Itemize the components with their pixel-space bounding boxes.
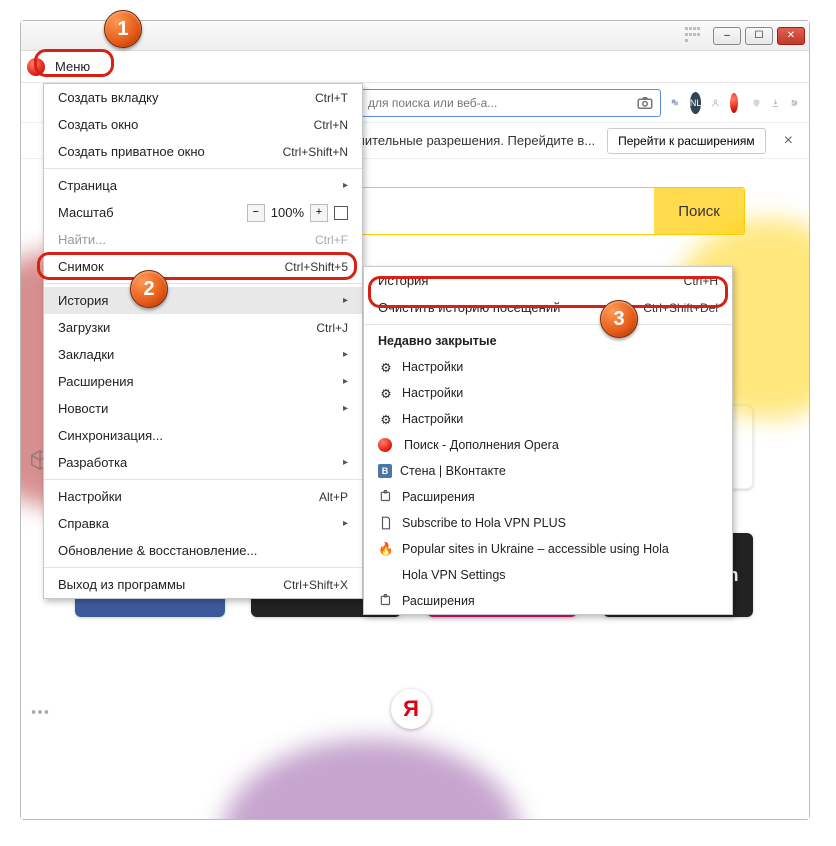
menu-item-find: Найти...Ctrl+F [44,226,362,253]
more-icon[interactable] [29,701,51,723]
infobar-text: олнительные разрешения. Перейдите в... [343,133,595,148]
annotation-badge-1: 1 [104,10,142,48]
recent-item[interactable]: Subscribe to Hola VPN PLUS [364,510,732,536]
annotation-ring-1 [34,49,114,77]
nl-badge-icon[interactable]: NL [690,92,702,114]
address-bar[interactable] [361,89,661,117]
annotation-ring-3 [368,276,728,308]
menu-item-page[interactable]: Страница [44,172,362,199]
zoom-value: 100% [271,205,304,220]
recent-item[interactable]: BСтена | ВКонтакте [364,458,732,484]
recent-item[interactable]: ⚙Настройки [364,380,732,406]
address-input[interactable] [368,96,636,110]
settings-sliders-icon[interactable] [790,92,799,114]
main-menu: Создать вкладкуCtrl+T Создать окноCtrl+N… [43,83,363,599]
zoom-out-button[interactable]: − [247,204,265,222]
shield-icon[interactable] [752,92,761,114]
grip-icon [685,27,703,45]
vk-icon: B [378,464,392,478]
menu-item-new-window[interactable]: Создать окноCtrl+N [44,111,362,138]
menu-item-new-tab[interactable]: Создать вкладкуCtrl+T [44,84,362,111]
download-icon[interactable] [771,92,780,114]
blank-icon [378,567,394,583]
gear-icon: ⚙ [378,411,394,427]
extension-icon [378,489,394,505]
browser-window: – ☐ ✕ Меню NL олнительные разрешения. Пе… [20,20,810,820]
menu-item-extensions[interactable]: Расширения [44,368,362,395]
window-maximize-button[interactable]: ☐ [745,27,773,45]
gear-icon: ⚙ [378,385,394,401]
menu-item-zoom: Масштаб − 100% + [44,199,362,226]
menu-item-new-private[interactable]: Создать приватное окноCtrl+Shift+N [44,138,362,165]
opera-icon [378,438,392,452]
opera-profile-icon[interactable] [730,93,738,113]
menu-bar: Меню [21,51,809,83]
camera-icon[interactable] [636,94,654,112]
yandex-logo-icon[interactable]: Я [391,689,431,729]
recent-item[interactable]: Поиск - Дополнения Opera [364,432,732,458]
recent-item[interactable]: Расширения [364,588,732,614]
fullscreen-icon[interactable] [334,206,348,220]
menu-item-update[interactable]: Обновление & восстановление... [44,537,362,564]
menu-item-history[interactable]: История [44,287,362,314]
menu-item-downloads[interactable]: ЗагрузкиCtrl+J [44,314,362,341]
menu-item-bookmarks[interactable]: Закладки [44,341,362,368]
menu-item-settings[interactable]: НастройкиAlt+P [44,483,362,510]
extension-icon [378,593,394,609]
menu-item-exit[interactable]: Выход из программыCtrl+Shift+X [44,571,362,598]
infobar-close-button[interactable]: × [778,132,799,150]
menu-item-dev[interactable]: Разработка [44,449,362,476]
recent-item[interactable]: ⚙Настройки [364,354,732,380]
history-submenu: ИсторияCtrl+H Очистить историю посещений… [363,266,733,615]
recent-item[interactable]: Hola VPN Settings [364,562,732,588]
annotation-badge-2: 2 [130,270,168,308]
menu-item-news[interactable]: Новости [44,395,362,422]
recent-item[interactable]: 🔥Popular sites in Ukraine – accessible u… [364,536,732,562]
menu-item-help[interactable]: Справка [44,510,362,537]
recent-item[interactable]: ⚙Настройки [364,406,732,432]
annotation-ring-2 [37,252,357,280]
submenu-section-recent: Недавно закрытые [364,328,732,354]
profile-icon[interactable] [711,92,720,114]
window-minimize-button[interactable]: – [713,27,741,45]
gear-icon: ⚙ [378,359,394,375]
menu-item-sync[interactable]: Синхронизация... [44,422,362,449]
window-close-button[interactable]: ✕ [777,27,805,45]
translate-icon[interactable] [671,92,680,114]
fire-icon: 🔥 [378,541,394,557]
page-icon [378,515,394,531]
go-to-extensions-button[interactable]: Перейти к расширениям [607,128,766,154]
annotation-badge-3: 3 [600,300,638,338]
recent-item[interactable]: Расширения [364,484,732,510]
zoom-in-button[interactable]: + [310,204,328,222]
